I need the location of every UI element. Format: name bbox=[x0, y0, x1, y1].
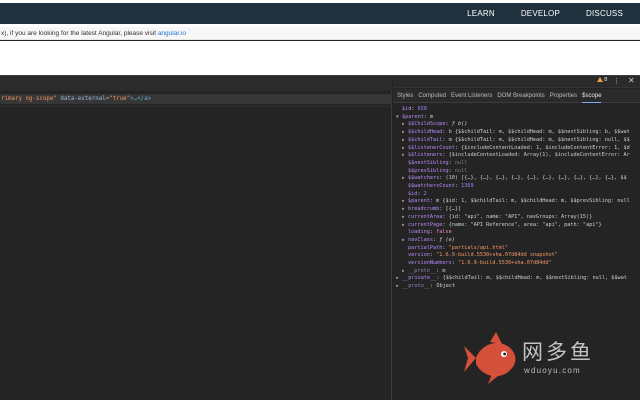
tab-computed[interactable]: Computed bbox=[418, 89, 446, 103]
warnings-counter[interactable]: 8 bbox=[597, 77, 608, 83]
scope-value: ƒ (e) bbox=[439, 236, 455, 243]
tab-properties[interactable]: Properties bbox=[550, 89, 577, 103]
scope-value: m {$id: 1, $$childTail: m, $$childHead: … bbox=[436, 198, 630, 205]
scope-value: false bbox=[436, 229, 452, 236]
watermark: 网多鱼 wduoyu.com bbox=[462, 330, 632, 390]
scope-value: m {$$childTail: m, $$childHead: m, $$nex… bbox=[448, 136, 630, 143]
scope-value: Object bbox=[436, 283, 456, 290]
scope-key: $$childHead bbox=[408, 129, 443, 136]
scope-key: $parent bbox=[402, 113, 424, 120]
scope-value: {id: "api", name: "API", navGroups: Arra… bbox=[448, 213, 593, 220]
scope-value: {$includeContentLoaded: 1, $includeConte… bbox=[461, 144, 630, 151]
more-options-icon[interactable]: ⋮ bbox=[613, 77, 620, 85]
scope-value: "1.6.9-build.5530+sha.07d84dd snapshot" bbox=[436, 252, 558, 259]
scope-key: $$prevSibling bbox=[408, 167, 449, 174]
scope-value: null bbox=[454, 159, 468, 166]
scope-key: $$watchers bbox=[408, 175, 440, 182]
close-icon[interactable]: ✕ bbox=[628, 76, 635, 86]
scope-value: 1369 bbox=[461, 183, 474, 189]
nav-link-learn[interactable]: LEARN bbox=[467, 9, 495, 18]
scope-key: loading bbox=[408, 229, 430, 236]
attr-name-data-external: data-external bbox=[60, 96, 106, 102]
scope-key: partialPath bbox=[408, 244, 443, 251]
scope-value: null bbox=[454, 167, 468, 174]
attr-value-true: "true" bbox=[109, 96, 131, 102]
scope-key: navClass bbox=[408, 236, 433, 243]
scope-key: $$listenerCount bbox=[408, 144, 455, 151]
scope-value: ƒ b() bbox=[451, 121, 468, 128]
scope-tree-row[interactable]: ▶ __proto__: Object bbox=[393, 282, 640, 290]
scope-key: versionNumbers bbox=[408, 260, 452, 266]
site-nav-bar: LEARN DEVELOP DISCUSS bbox=[0, 3, 640, 24]
scope-value: m bbox=[442, 267, 446, 274]
notice-link-angular-io[interactable]: angular.io bbox=[158, 30, 186, 37]
scope-key: $$nextSibling bbox=[408, 159, 449, 166]
scope-value: "1.6.9-build.5530+sha.07d84dd" bbox=[457, 260, 552, 266]
scope-key: __private__ bbox=[402, 275, 437, 282]
scope-value: {$$childTail: m, $$childHead: m, $$nextS… bbox=[442, 275, 627, 282]
scope-key: $id bbox=[408, 190, 418, 197]
notice-text: x), if you are looking for the latest An… bbox=[1, 30, 158, 37]
fish-logo-icon bbox=[464, 332, 516, 384]
elements-pane: rimary ng-scope" data-external="true">…<… bbox=[0, 76, 392, 400]
scope-key: $$listeners bbox=[408, 152, 443, 159]
scope-key: $$childTail bbox=[408, 136, 443, 143]
tab-scope[interactable]: $scope bbox=[582, 89, 602, 103]
watermark-domain: wduoyu.com bbox=[524, 366, 581, 375]
scope-key: currentArea bbox=[408, 213, 443, 220]
selected-dom-node[interactable]: rimary ng-scope" data-external="true">…<… bbox=[0, 94, 392, 104]
scope-value: "partials/api.html" bbox=[448, 244, 508, 251]
scope-key: currentPage bbox=[408, 221, 443, 228]
scope-value: (10) [{…}, {…}, {…}, {…}, {…}, {…}, {…},… bbox=[445, 175, 627, 182]
scope-value: m bbox=[430, 113, 434, 120]
nav-link-discuss[interactable]: DISCUSS bbox=[586, 9, 623, 18]
scope-key: __proto__ bbox=[402, 283, 431, 290]
tab-event-listeners[interactable]: Event Listeners bbox=[451, 89, 492, 103]
sidebar-toolbar: 8 ⋮ ✕ bbox=[393, 76, 640, 88]
scope-key: $$ChildScope bbox=[408, 121, 446, 128]
scope-value: [{…}] bbox=[445, 206, 462, 213]
tab-dom-breakpoints[interactable]: DOM Breakpoints bbox=[497, 89, 544, 103]
scope-key: version bbox=[408, 252, 430, 259]
site-header: LEARN DEVELOP DISCUSS bbox=[0, 0, 640, 27]
elements-divider bbox=[0, 106, 392, 107]
warnings-count: 8 bbox=[604, 77, 608, 83]
scope-value: 658 bbox=[417, 106, 427, 112]
scope-value: {name: "API Reference", area: "api", pat… bbox=[448, 221, 602, 228]
scope-key: __proto__ bbox=[408, 267, 437, 274]
tab-styles[interactable]: Styles bbox=[397, 89, 413, 103]
site-content-area bbox=[0, 41, 640, 75]
scope-value: b {$$childTail: m, $$childHead: m, $$nex… bbox=[448, 129, 630, 136]
scope-key: $$watchersCount bbox=[408, 183, 455, 189]
watermark-brand-name: 网多鱼 bbox=[522, 340, 594, 364]
scope-key: $id bbox=[402, 106, 412, 112]
warning-icon bbox=[597, 77, 603, 82]
elements-top-strip bbox=[0, 76, 392, 91]
nav-link-develop[interactable]: DEVELOP bbox=[521, 9, 560, 18]
attr-value-class-tail: rimary ng-scope" bbox=[1, 96, 57, 102]
tag-close[interactable]: >…</a> bbox=[130, 96, 151, 102]
scope-key: $parent bbox=[408, 198, 430, 205]
scope-key: breadcrumb bbox=[408, 206, 440, 213]
scope-value: 2 bbox=[423, 190, 427, 197]
sidebar-tab-bar: Styles Computed Event Listeners DOM Brea… bbox=[393, 89, 640, 103]
site-notice-bar: x), if you are looking for the latest An… bbox=[0, 27, 640, 40]
scope-value: {$includeContentLoaded: Array(1), $inclu… bbox=[448, 152, 630, 159]
